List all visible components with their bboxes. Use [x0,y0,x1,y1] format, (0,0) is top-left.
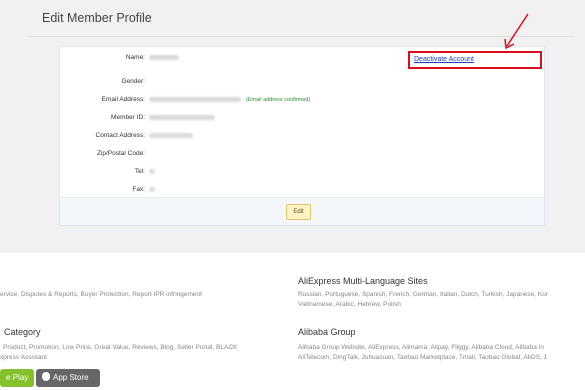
tel-value-redacted [149,166,155,178]
email-row: Email Address: (Email address confirmed) [60,94,360,106]
category-links-line2[interactable]: xpress Assistant [0,353,47,363]
name-value-redacted [149,52,179,64]
google-play-badge[interactable]: e Play [0,369,35,387]
deactivate-highlight-box: Deactivate Account [408,51,542,69]
contact-address-label: Contact Address: [95,132,146,139]
edit-button[interactable]: Edit [286,204,311,220]
app-store-label: App Store [53,373,89,382]
category-heading: Category [4,327,41,337]
profile-section: Edit Member Profile Name: Gender: Email … [0,0,585,253]
email-value-redacted: (Email address confirmed) [149,94,310,106]
contact-address-value-redacted [149,130,193,142]
multilang-links-line1[interactable]: Russian, Portuguese, Spanish, French, Ge… [298,290,548,300]
alibaba-group-links-line2[interactable]: AliTelecom, DingTalk, Juhuasuan, Taobao … [298,353,547,363]
fax-row: Fax: [60,184,360,196]
tel-row: Tel: [60,166,360,178]
apple-icon [42,372,50,381]
zip-label: Zip/Postal Code: [96,150,145,157]
name-row: Name: [60,52,360,64]
alibaba-group-heading: Alibaba Group [298,327,356,337]
gender-row: Gender: [60,76,360,88]
red-arrow-icon [504,13,529,50]
name-label: Name: [125,54,145,61]
alibaba-group-links-line1[interactable]: Alibaba Group Website, AliExpress, Alima… [298,343,544,353]
email-label: Email Address: [101,96,145,103]
member-id-label: Member ID: [111,114,145,121]
contact-address-row: Contact Address: [60,130,360,142]
help-links[interactable]: ervice, Disputes & Reports, Buyer Protec… [0,290,202,300]
multilang-heading: AliExpress Multi-Language Sites [298,276,428,286]
page-title: Edit Member Profile [42,11,152,25]
category-links-line1[interactable]: Product, Promotion, Low Price, Great Val… [3,343,237,353]
panel-footer: Edit [60,197,544,225]
profile-panel: Name: Gender: Email Address: (Email addr… [59,46,545,226]
member-id-value-redacted [149,112,215,124]
multilang-links-line2[interactable]: Vietnamese, Arabic, Hebrew, Polish [298,300,401,310]
zip-row: Zip/Postal Code: [60,148,360,160]
google-play-label: e Play [6,373,29,382]
deactivate-account-link[interactable]: Deactivate Account [414,56,474,63]
fax-label: Fax: [132,186,145,193]
gender-label: Gender: [121,78,146,85]
fax-value-redacted [149,184,155,196]
email-confirmed-note: (Email address confirmed) [246,97,311,103]
member-id-row: Member ID: [60,112,360,124]
app-store-badge[interactable]: App Store [36,369,100,387]
tel-label: Tel: [134,168,145,175]
title-divider [28,36,575,37]
